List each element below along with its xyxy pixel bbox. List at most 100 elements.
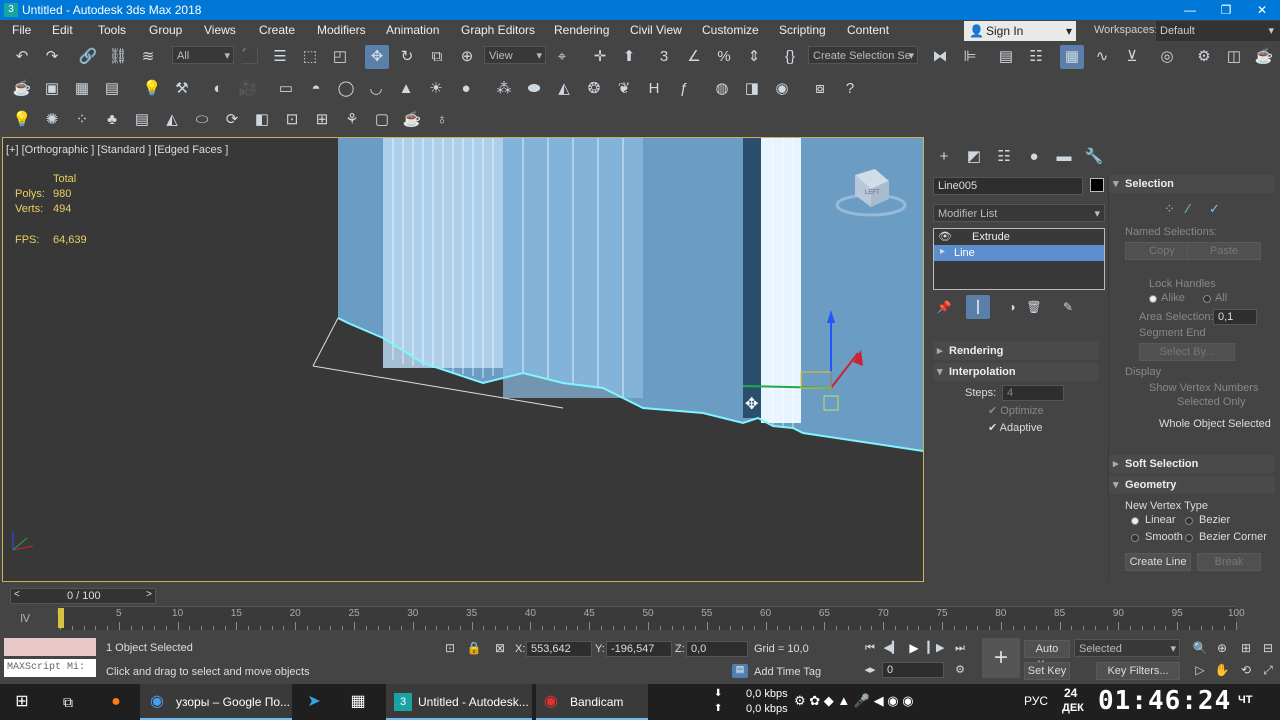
- pyramid-icon[interactable]: ◭: [552, 77, 576, 101]
- teapot-icon[interactable]: ☕: [10, 77, 34, 101]
- paste-button[interactable]: Paste: [1187, 242, 1261, 260]
- current-frame-field[interactable]: 0: [882, 662, 944, 678]
- track-bar[interactable]: 0510152025303540455055606570758085909510…: [57, 606, 1245, 630]
- selection-lock-icon[interactable]: 🔒: [462, 636, 486, 660]
- mirror-icon[interactable]: ⧓: [928, 45, 952, 69]
- menu-tools[interactable]: Tools: [98, 23, 126, 37]
- stack-item-extrude[interactable]: 👁 Extrude: [934, 229, 1104, 245]
- configure-modifier-sets-icon[interactable]: ✎: [1056, 295, 1080, 319]
- minimize-icon[interactable]: —: [1172, 0, 1208, 20]
- zoom-extents-icon[interactable]: ⊞: [1234, 636, 1258, 660]
- select-object-icon[interactable]: ⬛: [238, 45, 262, 69]
- modify-tab-icon[interactable]: ◩: [962, 145, 986, 169]
- make-unique-icon[interactable]: ◑: [1000, 295, 1024, 319]
- disc-icon[interactable]: ●: [454, 77, 478, 101]
- key-selection-dropdown[interactable]: Selected ▾: [1074, 639, 1180, 657]
- cube-icon[interactable]: ◧: [250, 108, 274, 132]
- start-icon[interactable]: ⊞: [0, 684, 44, 720]
- area-selection-label[interactable]: Area Selection:: [1139, 311, 1214, 323]
- edit-named-selection-icon[interactable]: {}: [778, 45, 802, 69]
- taskbar-chrome[interactable]: ◉ узоры – Google По...: [140, 684, 292, 720]
- help-icon[interactable]: ?: [838, 77, 862, 101]
- menu-civil-view[interactable]: Civil View: [630, 23, 682, 37]
- viewport-camera-icon[interactable]: ⊞: [310, 108, 334, 132]
- schematic-view-icon[interactable]: ⊻: [1120, 45, 1144, 69]
- firefox-icon[interactable]: ●: [94, 684, 138, 720]
- prev-frame-icon[interactable]: <: [14, 589, 20, 600]
- time-tag-icon[interactable]: ▤: [732, 664, 748, 678]
- key-filters-button[interactable]: Key Filters...: [1096, 662, 1180, 680]
- remove-modifier-icon[interactable]: 🗑: [1022, 295, 1046, 319]
- snaps-toggle-icon[interactable]: 3: [652, 45, 676, 69]
- light-bulb-icon[interactable]: 💡: [140, 77, 164, 101]
- expand-arrow-icon[interactable]: ▸: [940, 246, 945, 257]
- telegram-icon[interactable]: ➤: [294, 684, 334, 720]
- clock[interactable]: 01:46:24: [1098, 686, 1231, 716]
- select-by-button[interactable]: Select By...: [1139, 343, 1235, 361]
- segment-mode-icon[interactable]: ⁄: [1187, 201, 1189, 216]
- restore-icon[interactable]: ❐: [1208, 0, 1244, 20]
- break-button[interactable]: Break: [1197, 553, 1261, 571]
- menu-content[interactable]: Content: [847, 23, 889, 37]
- lights-group-icon[interactable]: ⚘: [340, 108, 364, 132]
- next-frame-icon[interactable]: ▎▶: [924, 636, 948, 660]
- stack-item-line[interactable]: ▸ Line: [934, 245, 1104, 261]
- tray-icons[interactable]: ⚙ ✿ ◆ ▲ 🎤 ◀ ◉ ◉: [794, 693, 914, 709]
- pivot-point-icon[interactable]: ⌖: [550, 45, 574, 69]
- menu-modifiers[interactable]: Modifiers: [317, 23, 366, 37]
- show-vertex-numbers-label[interactable]: Show Vertex Numbers: [1149, 382, 1258, 394]
- menu-animation[interactable]: Animation: [386, 23, 439, 37]
- keyboard-shortcut-override-icon[interactable]: ⬆: [617, 45, 641, 69]
- menu-file[interactable]: File: [12, 23, 31, 37]
- time-slider[interactable]: < 0 / 100 >: [10, 588, 156, 604]
- soft-selection-rollout[interactable]: Soft Selection: [1109, 455, 1275, 473]
- redo-icon[interactable]: ↷: [40, 45, 64, 69]
- dome-icon[interactable]: ◓: [304, 77, 328, 101]
- selection-rollout[interactable]: Selection: [1109, 175, 1275, 193]
- named-selection-set-dropdown[interactable]: Create Selection Se ▾: [808, 46, 918, 64]
- menu-views[interactable]: Views: [204, 23, 236, 37]
- geometry-rollout[interactable]: Geometry: [1109, 476, 1275, 494]
- z-coordinate[interactable]: 0,0: [686, 641, 748, 657]
- spline-mode-icon[interactable]: ✓: [1209, 201, 1220, 217]
- time-slider-marker[interactable]: [58, 608, 64, 628]
- vertex-mode-icon[interactable]: ⁘: [1164, 201, 1175, 217]
- bottle-icon[interactable]: ⬭: [190, 108, 214, 132]
- sunlight-icon[interactable]: ✺: [40, 108, 64, 132]
- angle-snap-icon[interactable]: ∠: [682, 45, 706, 69]
- menu-graph-editors[interactable]: Graph Editors: [461, 23, 535, 37]
- teapot-small-icon[interactable]: ☕: [400, 108, 424, 132]
- image-icon[interactable]: ▣: [40, 77, 64, 101]
- calculator-icon[interactable]: ▦: [338, 684, 378, 720]
- zoom-extents-all-icon[interactable]: ⊟: [1256, 636, 1280, 660]
- eye-icon[interactable]: 👁: [938, 230, 952, 243]
- optimize-checkbox[interactable]: ✔ Optimize: [988, 404, 1044, 417]
- rendered-frame-window-icon[interactable]: ◫: [1222, 45, 1246, 69]
- orbit-icon[interactable]: ⟲: [1234, 658, 1258, 682]
- display-tab-icon[interactable]: ▬: [1052, 145, 1076, 169]
- select-and-place-icon[interactable]: ⊕: [455, 45, 479, 69]
- language-indicator[interactable]: РУС: [1024, 694, 1048, 708]
- modifier-list-dropdown[interactable]: Modifier List ▾: [933, 204, 1105, 222]
- sun-icon[interactable]: ☀: [424, 77, 448, 101]
- field-of-view-icon[interactable]: ▷: [1188, 658, 1212, 682]
- percent-snap-icon[interactable]: %: [712, 45, 736, 69]
- particles-icon[interactable]: ⁘: [70, 108, 94, 132]
- light-icon[interactable]: 💡: [10, 108, 34, 132]
- fx-icon[interactable]: ƒ: [672, 77, 696, 101]
- camera-reel-icon[interactable]: 🎥: [236, 77, 260, 101]
- y-coordinate[interactable]: -196,547: [606, 641, 672, 657]
- select-by-name-icon[interactable]: ☰: [268, 45, 292, 69]
- unlink-icon[interactable]: ⛓: [106, 45, 130, 69]
- render-icon[interactable]: ◉: [770, 77, 794, 101]
- maxscript-mini-listener[interactable]: MAXScript Mi:: [4, 659, 96, 677]
- go-to-end-icon[interactable]: ⏭: [948, 636, 972, 660]
- viewport-orthographic[interactable]: [+] [Orthographic ] [Standard ] [Edged F…: [2, 137, 924, 582]
- sign-in-dropdown[interactable]: 👤 Sign In ▾: [964, 21, 1076, 41]
- tools-icon[interactable]: ⚒: [170, 77, 194, 101]
- isolate-selection-icon[interactable]: ⊡: [438, 636, 462, 660]
- segment-end-label[interactable]: Segment End: [1139, 327, 1206, 339]
- calculator-icon[interactable]: ▦: [70, 77, 94, 101]
- rectangular-selection-icon[interactable]: ⬚: [298, 45, 322, 69]
- menu-edit[interactable]: Edit: [52, 23, 73, 37]
